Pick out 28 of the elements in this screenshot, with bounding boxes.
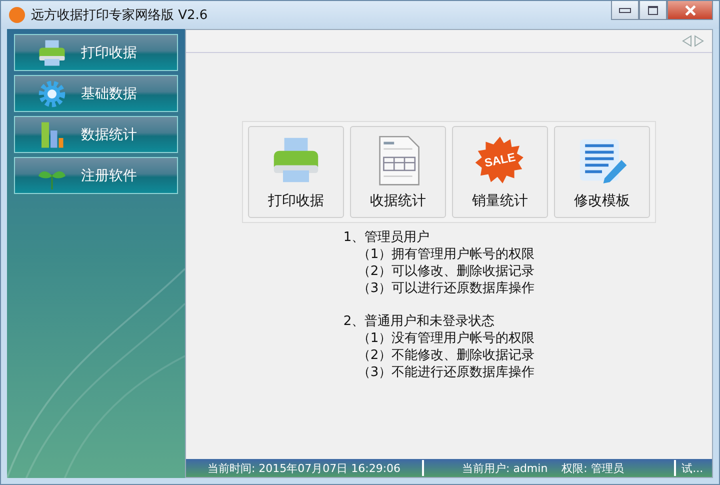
- printer-icon: [37, 38, 67, 68]
- close-button[interactable]: [667, 1, 713, 20]
- note-line: （3）可以进行还原数据库操作: [356, 280, 535, 297]
- gear-icon: [37, 78, 67, 108]
- note-line: （1）拥有管理用户帐号的权限: [356, 246, 535, 263]
- status-user: 当前用户: admin: [462, 460, 548, 476]
- tile-button[interactable]: 收据统计: [350, 126, 446, 218]
- sidebar-item[interactable]: 注册软件: [14, 157, 178, 194]
- tile-button[interactable]: 修改模板: [554, 126, 650, 218]
- status-extra: 试...: [680, 460, 704, 476]
- sidebar-item[interactable]: 基础数据: [14, 75, 178, 112]
- minimize-button[interactable]: [611, 1, 639, 20]
- maximize-button[interactable]: [639, 1, 667, 20]
- note-line: （1）没有管理用户帐号的权限: [356, 330, 535, 347]
- note-line: （2）不能修改、删除收据记录: [356, 347, 535, 364]
- status-role: 权限: 管理员: [562, 460, 625, 476]
- sidebar-item[interactable]: 数据统计: [14, 116, 178, 153]
- note-heading: 2、普通用户和未登录状态: [343, 313, 496, 330]
- tile-button[interactable]: 打印收据: [248, 126, 344, 218]
- status-time: 当前时间: 2015年07月07日 16:29:06: [206, 460, 402, 476]
- close-icon[interactable]: [684, 4, 696, 16]
- sale-badge: SALE: [474, 134, 526, 186]
- sidebar-item[interactable]: 打印收据: [14, 34, 178, 71]
- window-title: 远方收据打印专家网络版 V2.6: [31, 7, 208, 24]
- tile-button[interactable]: SALE 销量统计: [452, 126, 548, 218]
- note-line: （2）可以修改、删除收据记录: [356, 263, 535, 280]
- note-line: （3）不能进行还原数据库操作: [356, 364, 535, 381]
- note-heading: 1、管理员用户: [343, 229, 431, 246]
